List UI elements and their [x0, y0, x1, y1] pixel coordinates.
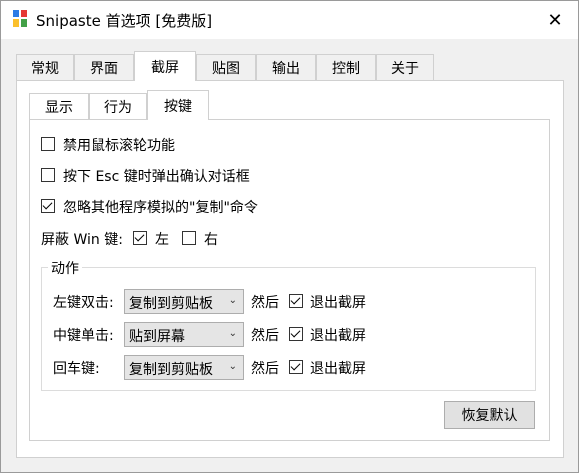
tab-output[interactable]: 输出 [256, 54, 316, 81]
shield-win-right-checkbox[interactable] [182, 231, 196, 245]
title-bar: Snipaste 首选项 [免费版] ✕ [1, 1, 578, 39]
double-click-action-select[interactable]: 复制到剪贴板 ⌄ [124, 289, 244, 314]
ignore-copy-label: 忽略其他程序模拟的"复制"命令 [63, 200, 258, 216]
shield-win-left-label: 左 [155, 232, 169, 248]
tab-snip[interactable]: 截屏 [134, 51, 196, 81]
window-title: Snipaste 首选项 [免费版] [36, 12, 213, 30]
double-click-exit-label: 退出截屏 [310, 295, 366, 311]
subtab-behavior[interactable]: 行为 [89, 93, 147, 120]
enter-key-exit-label: 退出截屏 [310, 361, 366, 377]
double-click-exit-checkbox[interactable] [289, 294, 303, 308]
shield-win-label: 屏蔽 Win 键: [41, 232, 123, 248]
middle-click-action-select[interactable]: 贴到屏幕 ⌄ [124, 322, 244, 347]
disable-wheel-label: 禁用鼠标滚轮功能 [63, 138, 175, 154]
enter-key-exit-checkbox[interactable] [289, 360, 303, 374]
tab-control[interactable]: 控制 [316, 54, 376, 81]
close-icon: ✕ [547, 9, 563, 31]
ignore-copy-checkbox[interactable] [41, 199, 55, 213]
preferences-window: Snipaste 首选项 [免费版] ✕ 常规 界面 截屏 贴图 输出 控制 关… [0, 0, 579, 473]
tab-interface[interactable]: 界面 [74, 54, 134, 81]
enter-key-action-select[interactable]: 复制到剪贴板 ⌄ [124, 355, 244, 380]
esc-confirm-checkbox[interactable] [41, 168, 55, 182]
restore-default-button[interactable]: 恢复默认 [444, 401, 535, 429]
subtab-keys[interactable]: 按键 [147, 90, 209, 120]
chevron-down-icon: ⌄ [228, 328, 237, 339]
then-label: 然后 [251, 328, 279, 344]
then-label: 然后 [251, 295, 279, 311]
subtab-display[interactable]: 显示 [29, 93, 89, 120]
middle-click-label: 中键单击: [53, 328, 114, 344]
enter-key-label: 回车键: [53, 361, 100, 377]
disable-wheel-checkbox[interactable] [41, 137, 55, 151]
chevron-down-icon: ⌄ [228, 361, 237, 372]
esc-confirm-label: 按下 Esc 键时弹出确认对话框 [63, 169, 250, 185]
shield-win-right-label: 右 [204, 232, 218, 248]
tab-general[interactable]: 常规 [16, 54, 74, 81]
double-click-label: 左键双击: [53, 295, 114, 311]
tab-about[interactable]: 关于 [376, 54, 434, 81]
tab-paste[interactable]: 贴图 [196, 54, 256, 81]
actions-group-title: 动作 [48, 258, 82, 278]
shield-win-left-checkbox[interactable] [133, 231, 147, 245]
close-button[interactable]: ✕ [532, 1, 578, 39]
snipaste-app-icon [13, 10, 27, 27]
then-label: 然后 [251, 361, 279, 377]
middle-click-exit-checkbox[interactable] [289, 327, 303, 341]
chevron-down-icon: ⌄ [228, 295, 237, 306]
middle-click-exit-label: 退出截屏 [310, 328, 366, 344]
